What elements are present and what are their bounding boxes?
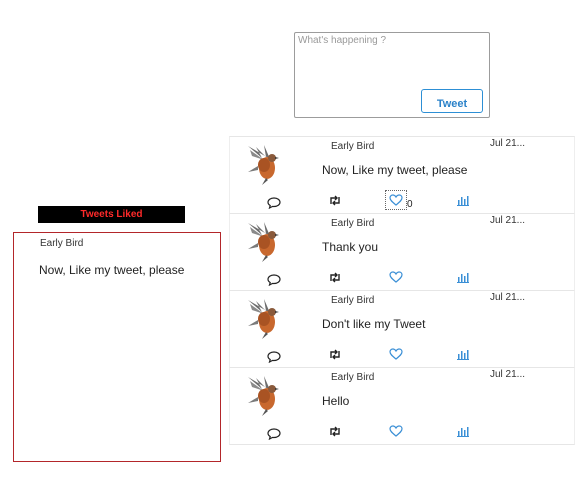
tweet-author: Early Bird (331, 218, 375, 229)
bird-avatar-icon (242, 219, 282, 263)
compose-input[interactable] (296, 34, 480, 84)
tweet-date: Jul 21... (490, 292, 526, 303)
reply-icon[interactable] (265, 195, 283, 211)
tweet-date: Jul 21... (490, 138, 526, 149)
tweet-card: Early Bird Jul 21... Now, Like my tweet,… (229, 136, 575, 213)
tweet-feed: Early Bird Jul 21... Now, Like my tweet,… (229, 136, 575, 445)
like-count: 0 (407, 199, 413, 210)
tweet-text: Hello (322, 394, 350, 408)
reply-icon[interactable] (265, 426, 283, 442)
analytics-icon[interactable] (454, 346, 472, 362)
liked-item-author: Early Bird (40, 238, 84, 249)
like-heart-icon[interactable] (387, 269, 405, 285)
tweet-text: Thank you (322, 240, 379, 254)
liked-item-text: Now, Like my tweet, please (39, 263, 185, 277)
like-heart-icon[interactable] (385, 190, 407, 210)
tweet-text: Now, Like my tweet, please (322, 163, 468, 177)
like-heart-icon[interactable] (387, 423, 405, 439)
bird-avatar-icon (242, 296, 282, 340)
tweet-card: Early Bird Jul 21... Hello (229, 367, 575, 445)
tweet-author: Early Bird (331, 295, 375, 306)
analytics-icon[interactable] (454, 423, 472, 439)
analytics-icon[interactable] (454, 192, 472, 208)
reply-icon[interactable] (265, 349, 283, 365)
retweet-icon[interactable] (326, 423, 344, 439)
analytics-icon[interactable] (454, 269, 472, 285)
bird-avatar-icon (242, 142, 282, 186)
compose-box: Tweet (294, 32, 490, 118)
tweet-button[interactable]: Tweet (421, 89, 483, 113)
bird-avatar-icon (242, 373, 282, 417)
liked-header: Tweets Liked (38, 206, 185, 223)
reply-icon[interactable] (265, 272, 283, 288)
tweet-author: Early Bird (331, 372, 375, 383)
like-heart-icon[interactable] (387, 346, 405, 362)
tweet-text: Don't like my Tweet (322, 317, 426, 331)
tweet-card: Early Bird Jul 21... Don't like my Tweet (229, 290, 575, 367)
tweet-author: Early Bird (331, 141, 375, 152)
retweet-icon[interactable] (326, 346, 344, 362)
retweet-icon[interactable] (326, 269, 344, 285)
tweet-date: Jul 21... (490, 369, 526, 380)
tweet-card: Early Bird Jul 21... Thank you (229, 213, 575, 290)
tweet-date: Jul 21... (490, 215, 526, 226)
retweet-icon[interactable] (326, 192, 344, 208)
